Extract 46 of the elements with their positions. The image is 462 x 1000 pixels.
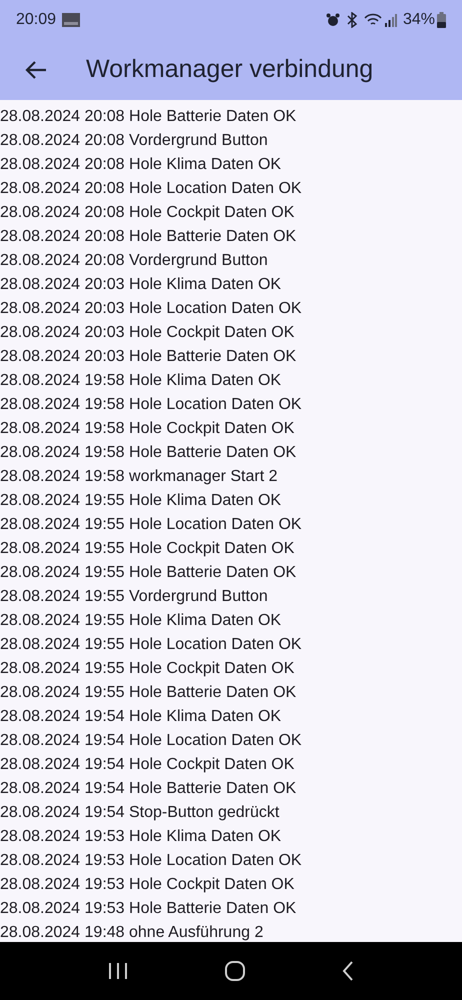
log-entry: 28.08.2024 19:54 Hole Location Daten OK bbox=[0, 731, 302, 751]
log-entry: 28.08.2024 19:55 Hole Cockpit Daten OK bbox=[0, 539, 294, 559]
log-entry: 28.08.2024 19:55 Hole Cockpit Daten OK bbox=[0, 659, 294, 679]
log-entry: 28.08.2024 20:08 Vordergrund Button bbox=[0, 251, 268, 271]
battery-percentage: 34% bbox=[402, 10, 435, 30]
log-entry: 28.08.2024 20:08 Hole Batterie Daten OK bbox=[0, 107, 296, 127]
log-entry: 28.08.2024 19:55 Hole Location Daten OK bbox=[0, 635, 302, 655]
log-entry: 28.08.2024 20:03 Hole Batterie Daten OK bbox=[0, 347, 296, 367]
log-entry: 28.08.2024 19:54 Hole Klima Daten OK bbox=[0, 707, 282, 727]
log-entry: 28.08.2024 20:08 Hole Klima Daten OK bbox=[0, 155, 282, 175]
home-icon[interactable] bbox=[224, 960, 246, 982]
back-arrow-icon bbox=[25, 60, 47, 80]
log-entry: 28.08.2024 19:55 Vordergrund Button bbox=[0, 587, 268, 607]
log-entry: 28.08.2024 19:54 Hole Cockpit Daten OK bbox=[0, 755, 294, 775]
log-entry: 28.08.2024 19:53 Hole Cockpit Daten OK bbox=[0, 875, 294, 895]
bluetooth-icon bbox=[346, 12, 358, 28]
log-entry: 28.08.2024 20:08 Hole Location Daten OK bbox=[0, 179, 302, 199]
log-entry: 28.08.2024 20:08 Hole Batterie Daten OK bbox=[0, 227, 296, 247]
log-entry: 28.08.2024 20:08 Vordergrund Button bbox=[0, 131, 268, 151]
log-entry: 28.08.2024 19:58 workmanager Start 2 bbox=[0, 467, 278, 487]
status-time: 20:09 bbox=[16, 10, 56, 30]
log-entry: 28.08.2024 19:55 Hole Location Daten OK bbox=[0, 515, 302, 535]
log-entry: 28.08.2024 19:55 Hole Klima Daten OK bbox=[0, 491, 282, 511]
log-entry: 28.08.2024 19:54 Stop-Button gedrückt bbox=[0, 803, 280, 823]
log-entry: 28.08.2024 19:53 Hole Klima Daten OK bbox=[0, 827, 282, 847]
log-entry: 28.08.2024 20:08 Hole Cockpit Daten OK bbox=[0, 203, 294, 223]
signal-icon bbox=[384, 13, 397, 27]
log-entry: 28.08.2024 20:03 Hole Location Daten OK bbox=[0, 299, 302, 319]
back-nav-icon[interactable] bbox=[340, 960, 355, 982]
log-entry: 28.08.2024 19:58 Hole Klima Daten OK bbox=[0, 371, 282, 391]
wifi-icon bbox=[364, 13, 382, 27]
log-entry: 28.08.2024 19:54 Hole Batterie Daten OK bbox=[0, 779, 296, 799]
log-entry: 28.08.2024 19:55 Hole Klima Daten OK bbox=[0, 611, 282, 631]
log-entry: 28.08.2024 19:53 Hole Location Daten OK bbox=[0, 851, 302, 871]
log-entry: 28.08.2024 19:55 Hole Batterie Daten OK bbox=[0, 683, 296, 703]
log-entry: 28.08.2024 20:03 Hole Cockpit Daten OK bbox=[0, 323, 294, 343]
log-entry: 28.08.2024 19:58 Hole Cockpit Daten OK bbox=[0, 419, 294, 439]
recent-apps-icon[interactable] bbox=[107, 962, 130, 980]
log-entry: 28.08.2024 19:58 Hole Location Daten OK bbox=[0, 395, 302, 415]
log-entry: 28.08.2024 19:58 Hole Batterie Daten OK bbox=[0, 443, 296, 463]
log-entry: 28.08.2024 19:55 Hole Batterie Daten OK bbox=[0, 563, 296, 583]
log-entry: 28.08.2024 19:48 ohne Ausführung 2 bbox=[0, 923, 264, 942]
log-entry: 28.08.2024 19:53 Hole Batterie Daten OK bbox=[0, 899, 296, 919]
log-entry: 28.08.2024 20:03 Hole Klima Daten OK bbox=[0, 275, 282, 295]
battery-icon bbox=[437, 12, 446, 28]
app-bar-title: Workmanager verbindung bbox=[86, 54, 374, 86]
